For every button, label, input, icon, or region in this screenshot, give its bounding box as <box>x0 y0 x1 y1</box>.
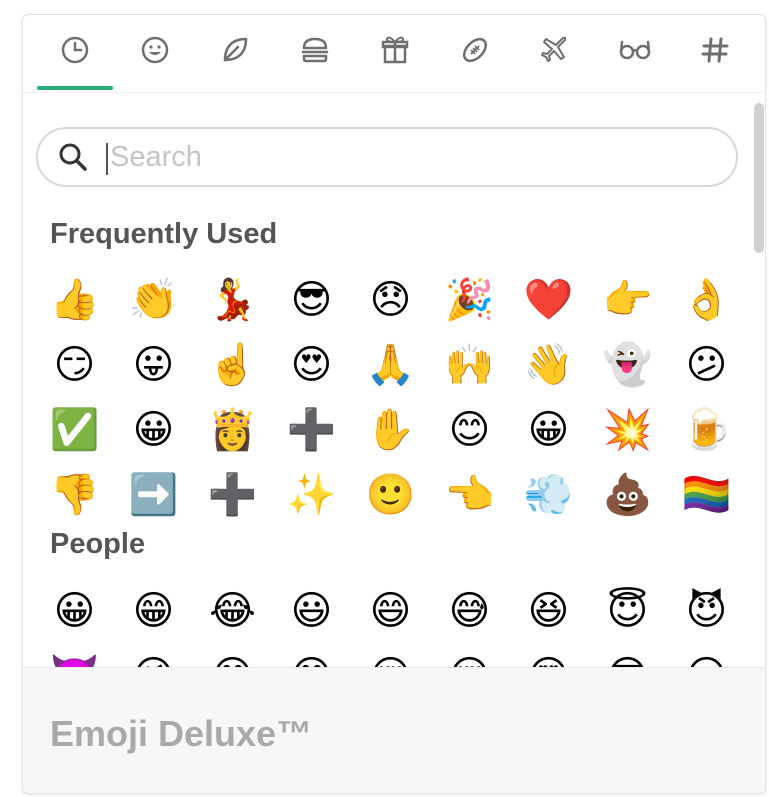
tab-travel[interactable] <box>520 33 590 93</box>
emoji-button[interactable]: 😊 <box>193 643 272 668</box>
tab-frequently-used[interactable] <box>40 33 110 93</box>
tab-celebration[interactable] <box>360 33 430 93</box>
emoji-button[interactable]: 😍 <box>272 332 351 397</box>
emoji-button[interactable]: 👎 <box>35 462 114 527</box>
emoji-list[interactable]: Frequently Used 👍 👏 💃 😎 😞 🎉 ❤️ 👉 👌 😏 😛 ☝️ 😍 🙏 🙌 👋 👻 😕 ✅ 😀 👸 ➕… <box>23 210 745 667</box>
emoji-button[interactable]: 😌 <box>430 643 509 668</box>
emoji-button[interactable]: 👌 <box>667 267 745 332</box>
emoji-button[interactable]: 🏳️‍🌈 <box>667 462 745 527</box>
picker-footer: Emoji Deluxe™ <box>23 667 765 793</box>
emoji-button[interactable]: 😏 <box>35 332 114 397</box>
gift-icon <box>381 36 409 64</box>
emoji-button[interactable]: 😍 <box>509 643 588 668</box>
emoji-button[interactable]: 💨 <box>509 462 588 527</box>
emoji-button[interactable]: 👿 <box>35 643 114 668</box>
emoji-button[interactable]: ➕ <box>272 397 351 462</box>
emoji-button[interactable]: 😊 <box>430 397 509 462</box>
leaf-icon <box>223 37 248 62</box>
emoji-button[interactable]: 😀 <box>114 397 193 462</box>
emoji-button[interactable]: 😈 <box>667 578 745 643</box>
emoji-button[interactable]: 😂 <box>193 578 272 643</box>
emoji-button[interactable]: 💃 <box>193 267 272 332</box>
emoji-button[interactable]: 👉 <box>588 267 667 332</box>
emoji-button[interactable]: 😀 <box>35 578 114 643</box>
emoji-button[interactable]: 😆 <box>509 578 588 643</box>
emoji-button[interactable]: 😞 <box>351 267 430 332</box>
emoji-button[interactable]: ✅ <box>35 397 114 462</box>
search-icon <box>59 143 87 171</box>
tab-activity[interactable] <box>440 33 510 93</box>
tab-people[interactable] <box>120 33 190 93</box>
emoji-button[interactable]: 🙂 <box>351 462 430 527</box>
text-caret <box>106 143 108 175</box>
emoji-button[interactable]: 💩 <box>588 462 667 527</box>
burger-icon <box>301 37 329 63</box>
tab-nature[interactable] <box>200 33 270 93</box>
emoji-button[interactable]: 🍺 <box>667 397 745 462</box>
emoji-button[interactable]: 😅 <box>430 578 509 643</box>
hash-icon <box>701 37 729 63</box>
emoji-button[interactable]: 😌 <box>351 643 430 668</box>
emoji-button[interactable]: ✨ <box>272 462 351 527</box>
active-tab-indicator <box>37 86 113 90</box>
emoji-button[interactable]: 😕 <box>667 332 745 397</box>
emoji-button[interactable]: 🙏 <box>351 332 430 397</box>
emoji-button[interactable]: 👸 <box>193 397 272 462</box>
emoji-button[interactable]: 👈 <box>430 462 509 527</box>
airplane-icon <box>541 36 567 62</box>
emoji-grid-people: 😀😁😂😃😄😅😆😇😈👿😉😊😋😌😌😍😎😏 <box>35 578 745 668</box>
footer-title: Emoji Deluxe™ <box>50 713 313 754</box>
football-icon <box>462 37 488 63</box>
emoji-button[interactable]: ❤️ <box>509 267 588 332</box>
tab-food[interactable] <box>280 33 350 93</box>
search-input[interactable] <box>110 137 710 177</box>
emoji-button[interactable]: 💥 <box>588 397 667 462</box>
emoji-button[interactable]: 😄 <box>351 578 430 643</box>
emoji-button[interactable]: ✋ <box>351 397 430 462</box>
emoji-button[interactable]: ➕ <box>193 462 272 527</box>
emoji-button[interactable]: 👏 <box>114 267 193 332</box>
emoji-button[interactable]: ➡️ <box>114 462 193 527</box>
smiley-icon <box>141 36 169 64</box>
tab-objects[interactable] <box>600 33 670 93</box>
emoji-button[interactable]: 😏 <box>667 643 745 668</box>
emoji-button[interactable]: 😀 <box>509 397 588 462</box>
tab-symbols[interactable] <box>680 33 750 93</box>
emoji-button[interactable]: 😋 <box>272 643 351 668</box>
emoji-button[interactable]: 👻 <box>588 332 667 397</box>
emoji-button[interactable]: 😛 <box>114 332 193 397</box>
emoji-button[interactable]: 😃 <box>272 578 351 643</box>
scrollbar-thumb[interactable] <box>754 103 764 253</box>
section-title-frequently-used: Frequently Used <box>50 218 278 250</box>
emoji-picker: Frequently Used 👍👏💃😎😞🎉❤️👉👌😏😛☝️😍🙏🙌👋👻😕✅😀👸➕… <box>22 14 766 794</box>
glasses-icon <box>619 40 651 60</box>
emoji-button[interactable]: 😇 <box>588 578 667 643</box>
emoji-button[interactable]: ☝️ <box>193 332 272 397</box>
search-box[interactable] <box>36 127 738 187</box>
emoji-button[interactable]: 😁 <box>114 578 193 643</box>
emoji-button[interactable]: 🙌 <box>430 332 509 397</box>
tab-bar-divider <box>23 92 765 93</box>
emoji-button[interactable]: 😎 <box>588 643 667 668</box>
emoji-button[interactable]: 🎉 <box>430 267 509 332</box>
emoji-button[interactable]: 👋 <box>509 332 588 397</box>
category-tab-bar <box>23 15 765 93</box>
emoji-grid-frequently-used: 👍 👏 💃 😎 😞 🎉 ❤️ 👉 👌 😏 😛 ☝️ 😍 🙏 🙌 👋 👻 😕 ✅ 😀 👸 ➕ ✋ 😊 😀 💥 🍺 👎 ➡️ ➕ ✨ 🙂 👈 💨 💩 🏳️… <box>35 267 745 527</box>
emoji-button[interactable]: 👍 <box>35 267 114 332</box>
section-title-people: People <box>50 528 146 560</box>
clock-icon <box>61 36 89 64</box>
emoji-button[interactable]: 😉 <box>114 643 193 668</box>
emoji-button[interactable]: 😎 <box>272 267 351 332</box>
